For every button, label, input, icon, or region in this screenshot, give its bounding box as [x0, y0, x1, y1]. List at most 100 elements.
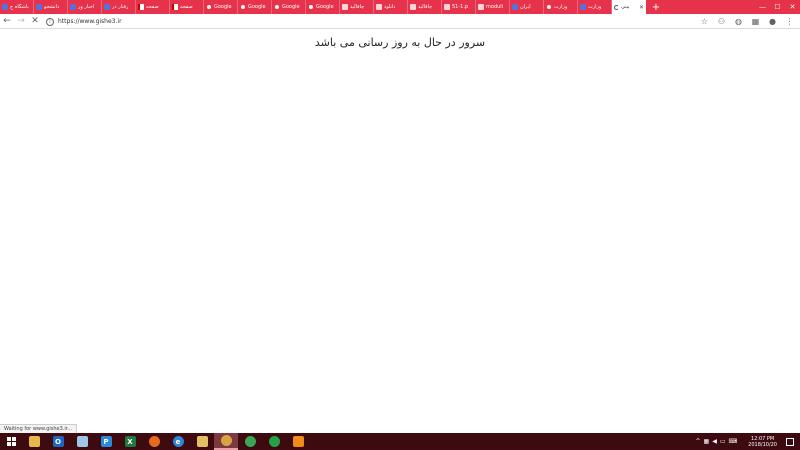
page-content: سرور در حال به روز رسانی می باشد	[0, 30, 800, 432]
toolbar-actions: ☆ ⚇ ◍ ▦ ● ⋮	[698, 15, 796, 28]
browser-tab[interactable]: رفتار در	[102, 0, 136, 14]
start-button[interactable]	[0, 433, 22, 450]
chevron-up-icon[interactable]: ^	[696, 438, 701, 445]
browser-tab[interactable]: باشگاه ج	[0, 0, 34, 14]
tab-title: صفحه	[146, 4, 159, 10]
browser-tab[interactable]: صفحه	[170, 0, 204, 14]
active-browser-tab[interactable]: بیتی ✕	[612, 0, 646, 14]
browser-tab[interactable]: اخبار ور	[68, 0, 102, 14]
browser-tab[interactable]: وزارت	[544, 0, 578, 14]
system-tray: ^ ▦ ◀ ▭ ⌨ 12:07 PM 2018/10/20	[696, 436, 800, 448]
taskbar-app-p[interactable]: P	[94, 433, 118, 450]
browser-tab[interactable]: Google	[272, 0, 306, 14]
tab-title: Google	[282, 4, 300, 10]
forward-arrow-icon[interactable]: →	[14, 14, 28, 28]
taskbar-app-outlook[interactable]: O	[46, 433, 70, 450]
taskbar-app-chrome[interactable]	[214, 433, 238, 450]
extension-icon[interactable]: ◍	[732, 15, 745, 28]
extension-icon[interactable]: ⚇	[715, 15, 728, 28]
chrome-icon	[220, 435, 232, 446]
minimize-icon[interactable]: —	[755, 0, 770, 14]
tab-title: وزارت	[588, 4, 602, 10]
browser-tab[interactable]: 51-1.p	[442, 0, 476, 14]
stop-loading-icon[interactable]: ✕	[28, 14, 42, 28]
browser-tab[interactable]: صفحه	[136, 0, 170, 14]
network-icon[interactable]: ▦	[704, 438, 710, 445]
address-bar[interactable]: i https://www.gishe3.ir	[46, 15, 736, 28]
address-text[interactable]: https://www.gishe3.ir	[58, 18, 122, 25]
browser-tab[interactable]: Google	[204, 0, 238, 14]
taskbar-app-firefox[interactable]	[142, 433, 166, 450]
tab-title: بیتی	[621, 4, 630, 10]
taskbar-app-whatsapp[interactable]	[262, 433, 286, 450]
site-icon	[70, 4, 76, 10]
loading-spinner-icon	[614, 4, 619, 10]
site-icon	[512, 4, 518, 10]
maximize-icon[interactable]: ☐	[770, 0, 785, 14]
notepad-icon	[76, 436, 88, 447]
battery-icon[interactable]: ▭	[720, 438, 726, 445]
page-heading: سرور در حال به روز رسانی می باشد	[314, 36, 486, 49]
google-icon	[546, 4, 552, 10]
profile-icon[interactable]: ●	[766, 15, 779, 28]
back-arrow-icon[interactable]: ←	[0, 14, 14, 28]
window-controls: — ☐ ✕	[755, 0, 800, 14]
browser-tab[interactable]: Google	[306, 0, 340, 14]
site-icon	[36, 4, 42, 10]
browser-tab[interactable]: وزارت	[578, 0, 612, 14]
doc-icon	[342, 4, 348, 10]
taskbar-app-excel[interactable]: X	[118, 433, 142, 450]
tab-title: Google	[248, 4, 266, 10]
tab-title: باشگاه ج	[10, 4, 29, 10]
info-icon[interactable]: i	[46, 17, 54, 26]
doc-icon	[376, 4, 382, 10]
doc-icon	[444, 4, 450, 10]
new-tab-button[interactable]: +	[648, 0, 664, 14]
close-tab-icon[interactable]: ✕	[639, 4, 644, 11]
keyboard-icon[interactable]: ⌨	[729, 438, 738, 445]
taskbar-app-orange[interactable]	[286, 433, 310, 450]
flag-icon	[172, 4, 178, 10]
extension-icon[interactable]: ▦	[749, 15, 762, 28]
orange-app-icon	[292, 436, 304, 447]
tab-title: چاقالید	[350, 4, 365, 10]
google-icon	[274, 4, 280, 10]
firefox-icon	[148, 436, 160, 447]
taskbar-app-notepad[interactable]	[70, 433, 94, 450]
browser-tab[interactable]: دانشجو	[34, 0, 68, 14]
bookmark-star-icon[interactable]: ☆	[698, 15, 711, 28]
clock-date: 2018/10/20	[748, 441, 777, 448]
whatsapp-icon	[268, 436, 280, 447]
tab-title: ایران	[520, 4, 531, 10]
status-bubble: Waiting for www.gishe3.ir...	[0, 424, 78, 433]
taskbar-app-folder[interactable]	[190, 433, 214, 450]
taskbar-app-globe[interactable]	[238, 433, 262, 450]
google-icon	[240, 4, 246, 10]
doc-icon	[410, 4, 416, 10]
site-icon	[2, 4, 8, 10]
folder-icon	[28, 436, 40, 447]
browser-tab[interactable]: چاقالید	[340, 0, 374, 14]
close-window-icon[interactable]: ✕	[785, 0, 800, 14]
browser-tab[interactable]: Google	[238, 0, 272, 14]
tab-title: اخبار ور	[78, 4, 95, 10]
browser-tab[interactable]: ایران	[510, 0, 544, 14]
volume-icon[interactable]: ◀	[712, 438, 717, 445]
clock[interactable]: 12:07 PM 2018/10/20	[748, 436, 777, 448]
browser-toolbar: ← → ✕ i https://www.gishe3.ir ☆ ⚇ ◍ ▦ ● …	[0, 14, 800, 29]
tab-title: رفتار در	[112, 4, 129, 10]
taskbar-app-edge[interactable]: e	[166, 433, 190, 450]
browser-tab[interactable]: چاقالید	[408, 0, 442, 14]
excel-icon: X	[124, 436, 136, 447]
tab-title: صفحه	[180, 4, 193, 10]
site-icon	[580, 4, 586, 10]
browser-tab[interactable]: دانلود	[374, 0, 408, 14]
edge-icon: e	[172, 436, 184, 447]
tab-title: وزارت	[554, 4, 568, 10]
menu-icon[interactable]: ⋮	[783, 15, 796, 28]
browser-tab[interactable]: moduli	[476, 0, 510, 14]
notifications-icon[interactable]	[786, 437, 794, 446]
taskbar: O P X e ^ ▦ ◀ ▭ ⌨ 12:07 PM 2018/10/20	[0, 433, 800, 450]
taskbar-app-explorer[interactable]	[22, 433, 46, 450]
tab-title: دانلود	[384, 4, 396, 10]
